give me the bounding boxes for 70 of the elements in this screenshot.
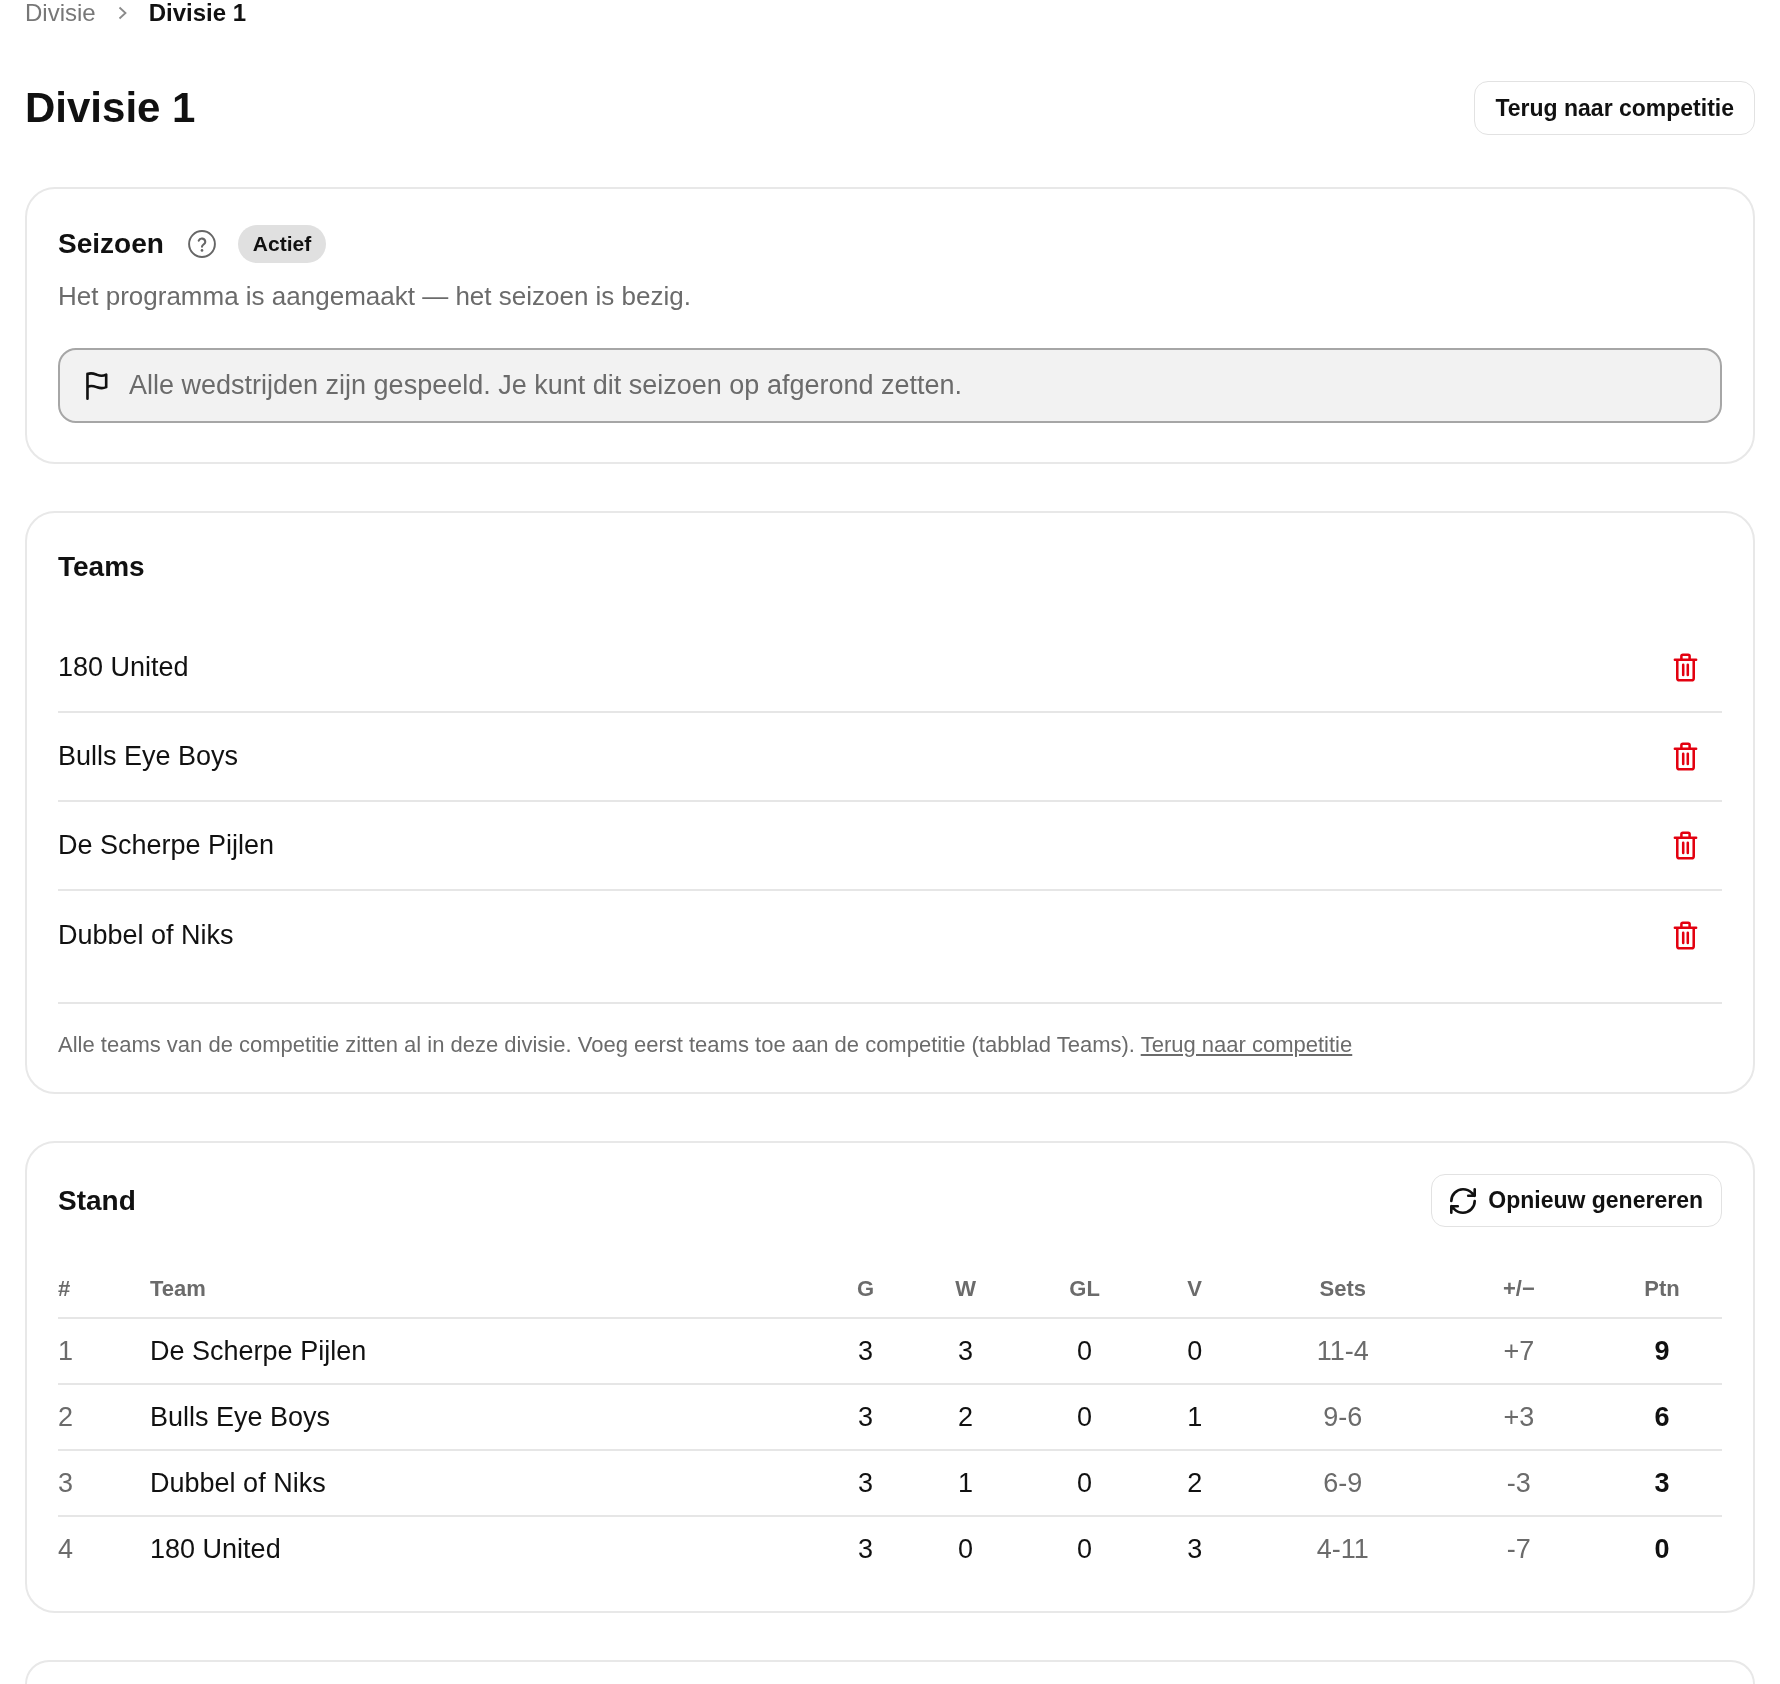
column-header: W: [901, 1260, 1030, 1318]
table-cell: 6-9: [1249, 1450, 1436, 1516]
table-cell: 180 United: [150, 1516, 830, 1582]
column-header: G: [829, 1260, 902, 1318]
table-cell: 0: [901, 1516, 1030, 1582]
season-description: Het programma is aangemaakt — het seizoen is bezig.: [58, 280, 692, 313]
alert-text: Alle wedstrijden zijn gespeeld. Je kunt dit seizoen op afgerond zetten.: [129, 369, 963, 403]
table-cell: 9-6: [1249, 1384, 1436, 1450]
table-cell: 3: [829, 1318, 902, 1384]
table-cell: Bulls Eye Boys: [150, 1384, 830, 1450]
table-cell: 0: [1601, 1516, 1722, 1582]
refresh-icon: [1450, 1187, 1477, 1214]
section-title: Stand: [58, 1183, 136, 1218]
table-cell: 1: [1139, 1384, 1250, 1450]
page-title: Divisie 1: [25, 82, 196, 133]
help-icon[interactable]: [187, 230, 216, 258]
table-cell: 3: [901, 1318, 1030, 1384]
table-cell: +3: [1435, 1384, 1602, 1450]
team-name: Dubbel of Niks: [58, 919, 234, 953]
team-name: Bulls Eye Boys: [58, 740, 239, 774]
table-cell: 4-11: [1249, 1516, 1436, 1582]
chevron-icon: [117, 6, 127, 20]
trash-icon[interactable]: [1673, 742, 1698, 771]
column-header: GL: [1029, 1260, 1140, 1318]
table-cell: 3: [829, 1516, 902, 1582]
column-header: +/−: [1435, 1260, 1602, 1318]
column-header: Sets: [1249, 1260, 1436, 1318]
table-cell: 0: [1139, 1318, 1250, 1384]
table-cell: Dubbel of Niks: [150, 1450, 830, 1516]
table-cell: 0: [1029, 1516, 1140, 1582]
table-cell: 6: [1601, 1384, 1722, 1450]
section-title: Seizoen: [58, 227, 164, 261]
teams-note: Alle teams van de competitie zitten al in deze divisie. Voeg eerst teams toe aan de competitie (tabblad Teams). Terug naar competitie: [58, 1031, 1354, 1059]
table-cell: 4: [58, 1516, 151, 1582]
column-header: Team: [150, 1260, 830, 1318]
table-cell: 3: [1139, 1516, 1250, 1582]
back-link[interactable]: Terug naar competitie: [1140, 1032, 1353, 1057]
table-cell: 9: [1601, 1318, 1722, 1384]
status-badge: Actief: [237, 225, 327, 263]
breadcrumb-link[interactable]: Divisie: [25, 0, 96, 26]
table-cell: 0: [1029, 1384, 1140, 1450]
table-cell: 11-4: [1249, 1318, 1436, 1384]
team-name: De Scherpe Pijlen: [58, 829, 275, 863]
column-header: V: [1139, 1260, 1250, 1318]
section-title: Teams: [58, 550, 146, 584]
table-cell: 3: [1601, 1450, 1722, 1516]
table-cell: De Scherpe Pijlen: [150, 1318, 830, 1384]
table-cell: 0: [1029, 1450, 1140, 1516]
back-button[interactable]: Terug naar competitie: [1474, 81, 1755, 135]
trash-icon[interactable]: [1673, 653, 1698, 682]
table-cell: -3: [1435, 1450, 1602, 1516]
column-header: Ptn: [1601, 1260, 1722, 1318]
table-cell: 1: [901, 1450, 1030, 1516]
table-cell: 2: [58, 1384, 151, 1450]
table-cell: 1: [58, 1318, 151, 1384]
flag-icon: [84, 371, 109, 400]
table-cell: 2: [1139, 1450, 1250, 1516]
table-cell: +7: [1435, 1318, 1602, 1384]
table-cell: 3: [829, 1384, 902, 1450]
column-header: #: [58, 1260, 151, 1318]
trash-icon[interactable]: [1673, 921, 1698, 950]
table-cell: 2: [901, 1384, 1030, 1450]
team-name: 180 United: [58, 651, 189, 685]
table-cell: 3: [58, 1450, 151, 1516]
table-cell: 0: [1029, 1318, 1140, 1384]
breadcrumb-current: Divisie 1: [148, 0, 247, 26]
regenerate-button[interactable]: Opnieuw genereren: [1431, 1174, 1722, 1227]
trash-icon[interactable]: [1673, 831, 1698, 860]
table-cell: 3: [829, 1450, 902, 1516]
table-cell: -7: [1435, 1516, 1602, 1582]
